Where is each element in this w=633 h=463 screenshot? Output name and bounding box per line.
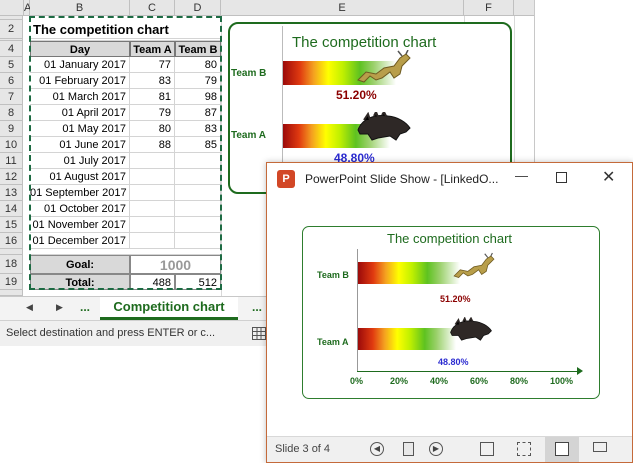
row-header-6[interactable]: 6	[0, 73, 23, 89]
row-header-15[interactable]: 15	[0, 217, 23, 233]
ppt-slideshow-window: P PowerPoint Slide Show - [LinkedO... — …	[266, 162, 633, 463]
slide-chart-pct-team-b: 51.20%	[440, 294, 471, 304]
grid-view-icon[interactable]	[517, 442, 531, 456]
row-header-11[interactable]: 11	[0, 153, 23, 169]
tab-scroll-left-icon[interactable]: ◀	[26, 302, 33, 313]
slide-counter: Slide 3 of 4	[275, 443, 331, 455]
slide-chart-label-team-a: Team A	[317, 337, 349, 347]
axis-arrow-icon	[577, 367, 583, 375]
slide-chart-bar-team-b[interactable]	[358, 262, 460, 284]
status-message: Select destination and press ENTER or c.…	[6, 327, 216, 339]
boar-icon	[357, 112, 411, 141]
normal-view-icon[interactable]	[480, 442, 494, 456]
next-slide-icon[interactable]: ▶	[429, 442, 443, 456]
slide-sorter-icon[interactable]	[403, 442, 414, 456]
row-header-7[interactable]: 7	[0, 89, 23, 105]
goat-icon	[357, 50, 411, 83]
goat-icon	[453, 252, 495, 278]
slide-chart-bar-team-a[interactable]	[358, 328, 456, 350]
row-header-13[interactable]: 13	[0, 185, 23, 201]
ppt-window-title: PowerPoint Slide Show - [LinkedO...	[305, 172, 499, 186]
row-header-18[interactable]: 18	[0, 255, 23, 274]
row-header-5[interactable]: 5	[0, 57, 23, 73]
tab-scroll-right-icon[interactable]: ▶	[56, 302, 63, 313]
select-all-corner[interactable]	[0, 0, 24, 16]
slide-area[interactable]: The competition chart Team B Team A 51.2…	[267, 196, 632, 436]
row-header-12[interactable]: 12	[0, 169, 23, 185]
row-header-19[interactable]: 19	[0, 274, 23, 290]
slideshow-view-icon[interactable]	[593, 442, 607, 452]
close-icon[interactable]: ✕	[602, 167, 615, 187]
slide-chart-pct-team-a: 48.80%	[438, 357, 469, 367]
column-header-e[interactable]: E	[221, 0, 464, 16]
ppt-status-bar: Slide 3 of 4 ◀ ▶	[267, 436, 632, 462]
column-header-c[interactable]: C	[130, 0, 175, 16]
row-header-16[interactable]: 16	[0, 233, 23, 249]
maximize-icon[interactable]	[556, 172, 567, 183]
column-header-f[interactable]: F	[464, 0, 514, 16]
excel-chart-label-team-b: Team B	[231, 68, 267, 79]
x-tick-label: 80%	[510, 376, 529, 386]
sheet-tab-competition-chart[interactable]: Competition chart	[100, 297, 238, 320]
excel-chart-title: The competition chart	[292, 34, 437, 51]
slide-chart[interactable]: The competition chart Team B Team A 51.2…	[302, 226, 600, 399]
excel-chart-pct-team-b: 51.20%	[336, 88, 377, 102]
row-header-9[interactable]: 9	[0, 121, 23, 137]
row-header-2[interactable]: 2	[0, 20, 23, 39]
x-tick-label: 0%	[350, 376, 364, 386]
boar-icon	[450, 317, 492, 341]
ppt-title-bar[interactable]: P PowerPoint Slide Show - [LinkedO... — …	[267, 163, 632, 196]
column-header-d[interactable]: D	[175, 0, 221, 16]
x-tick-label: 40%	[430, 376, 449, 386]
slide-chart-title: The competition chart	[387, 231, 513, 246]
tab-more-left[interactable]: ...	[80, 300, 90, 314]
row-header-8[interactable]: 8	[0, 105, 23, 121]
previous-slide-icon[interactable]: ◀	[370, 442, 384, 456]
x-tick-label: 20%	[390, 376, 409, 386]
tab-more-right[interactable]: ...	[252, 300, 262, 314]
reading-view-icon	[555, 442, 569, 456]
minimize-icon[interactable]: —	[515, 168, 528, 183]
row-header-14[interactable]: 14	[0, 201, 23, 217]
copy-selection-marquee	[29, 16, 222, 290]
x-tick-label: 100%	[550, 376, 574, 386]
column-header-b[interactable]: B	[30, 0, 130, 16]
x-tick-label: 60%	[470, 376, 489, 386]
row-header-10[interactable]: 10	[0, 137, 23, 153]
row-header-4[interactable]: 4	[0, 41, 23, 57]
excel-chart-label-team-a: Team A	[231, 130, 267, 141]
normal-view-icon[interactable]	[252, 327, 266, 340]
powerpoint-logo-icon: P	[277, 170, 295, 188]
slide-chart-axis-x	[357, 371, 581, 372]
slide-chart-label-team-b: Team B	[317, 270, 349, 280]
column-header-g[interactable]	[514, 0, 534, 16]
